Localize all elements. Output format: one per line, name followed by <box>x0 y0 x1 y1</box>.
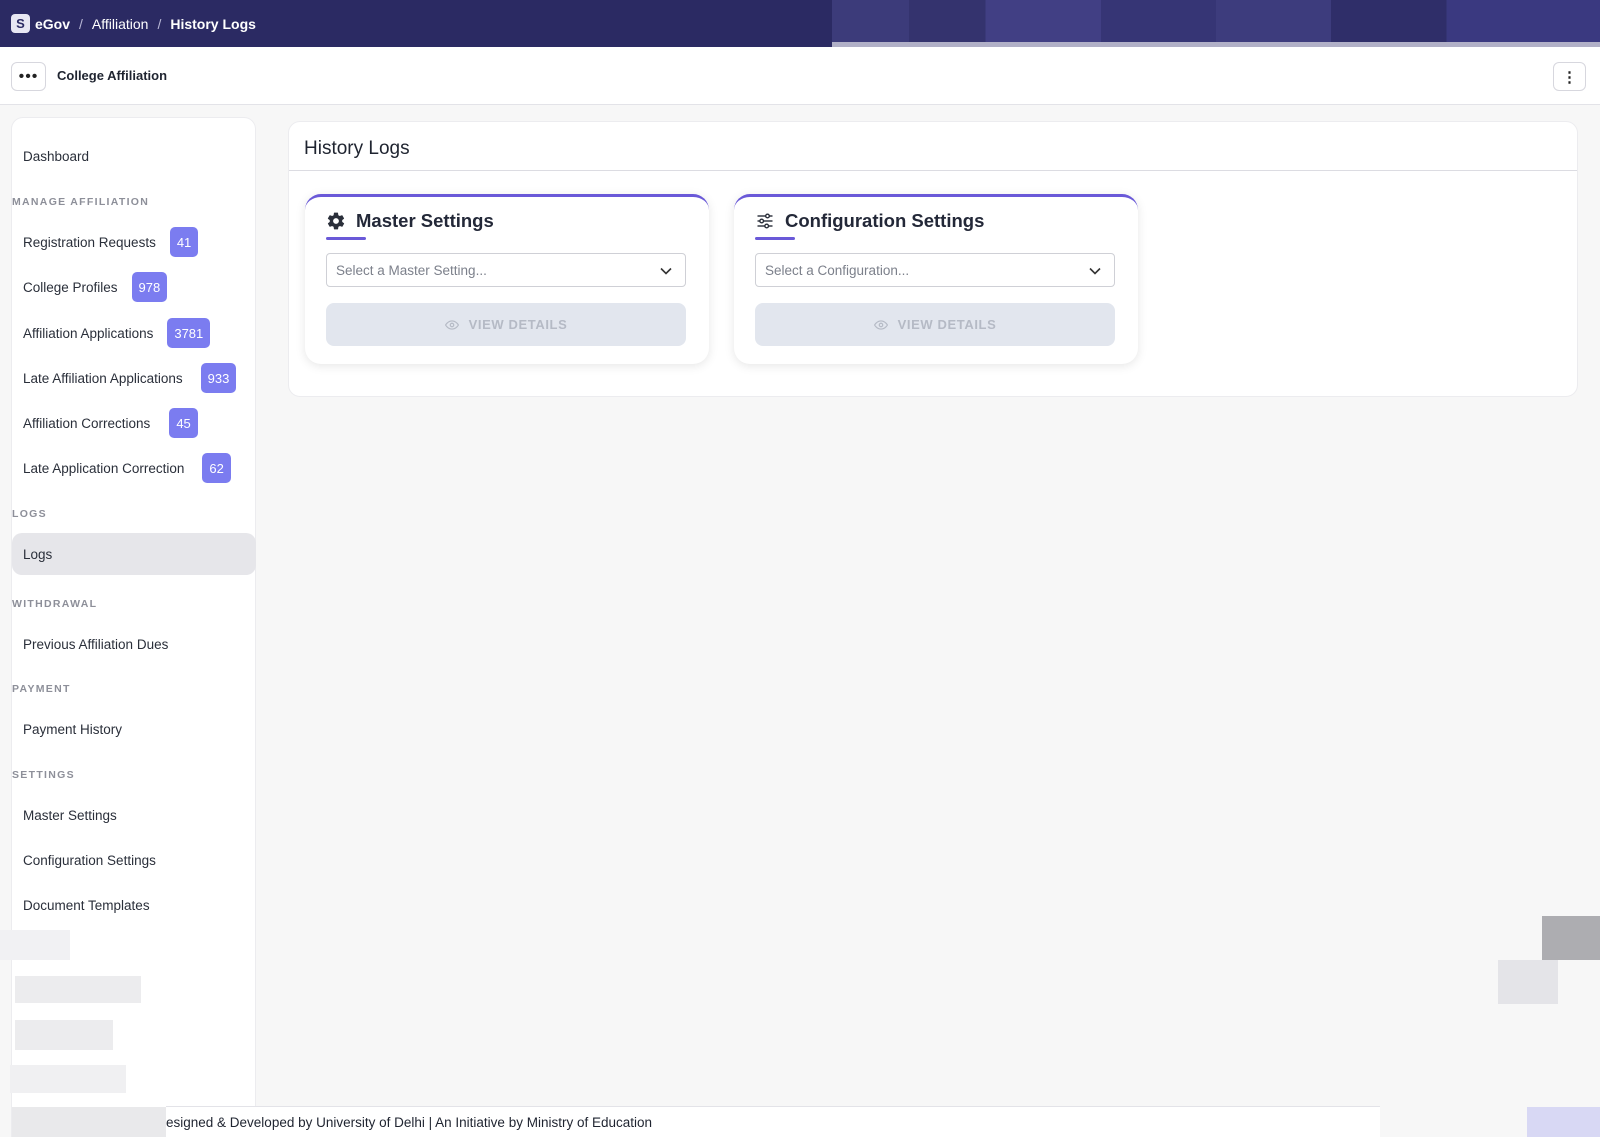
gear-icon <box>326 211 346 231</box>
divider <box>289 170 1577 171</box>
sub-header: ••• College Affiliation ⋮ <box>0 47 1600 105</box>
redacted-widget <box>1527 1107 1600 1137</box>
breadcrumb-affiliation[interactable]: Affiliation <box>92 16 149 32</box>
section-withdrawal: WITHDRAWAL <box>12 598 98 610</box>
button-label: VIEW DETAILS <box>468 317 568 332</box>
sidebar-item-label: Previous Affiliation Dues <box>23 636 169 652</box>
chevron-down-icon <box>1088 264 1102 281</box>
ellipsis-icon[interactable]: ••• <box>11 62 46 91</box>
count-badge: 978 <box>131 272 168 302</box>
brand-link[interactable]: eGov <box>35 16 70 32</box>
sidebar-item-label: Affiliation Corrections <box>23 415 151 431</box>
sidebar-item-label: Document Templates <box>23 897 150 913</box>
footer: esigned & Developed by University of Del… <box>166 1106 1380 1137</box>
section-manage-affiliation: MANAGE AFFILIATION <box>12 196 150 208</box>
count-badge: 3781 <box>167 318 211 348</box>
section-settings: SETTINGS <box>12 769 75 781</box>
card-header: Configuration Settings <box>755 210 984 232</box>
redacted-block <box>15 976 141 1003</box>
footer-text: esigned & Developed by University of Del… <box>166 1114 652 1130</box>
eye-icon <box>444 318 459 332</box>
configuration-settings-card: Configuration Settings Select a Configur… <box>734 194 1138 364</box>
count-badge: 45 <box>169 408 198 438</box>
sidebar-item-logs[interactable]: Logs <box>12 533 256 575</box>
select-placeholder: Select a Master Setting... <box>336 262 487 278</box>
title-underline <box>326 237 366 240</box>
card-header: Master Settings <box>326 210 494 232</box>
sidebar-item-label: Configuration Settings <box>23 852 156 868</box>
sliders-icon <box>755 211 775 231</box>
sidebar-item-payment-history[interactable]: Payment History <box>12 708 256 750</box>
redacted-block <box>12 1107 166 1137</box>
sidebar-item-label: Affiliation Applications <box>23 325 154 341</box>
count-badge: 41 <box>169 227 199 257</box>
page-title: History Logs <box>304 138 410 159</box>
view-details-button[interactable]: VIEW DETAILS <box>326 303 686 346</box>
sidebar-item-affiliation-corrections[interactable]: Affiliation Corrections 45 <box>12 402 256 444</box>
sidebar-item-label: Logs <box>23 546 53 562</box>
history-logs-panel: History Logs Master Settings Select a Ma… <box>288 121 1578 397</box>
sidebar-item-document-templates[interactable]: Document Templates <box>12 884 256 926</box>
redacted-block <box>0 930 70 960</box>
sidebar-item-registration-requests[interactable]: Registration Requests 41 <box>12 221 256 263</box>
sidebar-item-label: Registration Requests <box>23 234 156 250</box>
kebab-icon[interactable]: ⋮ <box>1553 62 1586 91</box>
redacted-block <box>10 1065 126 1093</box>
sidebar-item-dashboard[interactable]: Dashboard <box>12 135 256 177</box>
configuration-select[interactable]: Select a Configuration... <box>755 253 1115 287</box>
card-title: Master Settings <box>356 210 494 231</box>
redacted-user-area <box>832 0 1600 42</box>
sidebar-item-college-profiles[interactable]: College Profiles 978 <box>12 266 256 308</box>
sidebar-item-configuration-settings[interactable]: Configuration Settings <box>12 839 256 881</box>
eye-icon <box>873 318 888 332</box>
chevron-down-icon <box>659 264 673 281</box>
redacted-widget <box>1498 960 1558 1004</box>
sidebar-item-label: Late Application Correction <box>23 460 185 476</box>
sidebar-item-label: Late Affiliation Applications <box>23 370 183 386</box>
sidebar-item-previous-affiliation-dues[interactable]: Previous Affiliation Dues <box>12 623 256 665</box>
section-logs: LOGS <box>12 508 47 520</box>
sidebar-item-label: Master Settings <box>23 807 117 823</box>
view-details-button[interactable]: VIEW DETAILS <box>755 303 1115 346</box>
app-logo[interactable]: S <box>11 14 30 33</box>
title-underline <box>755 237 795 240</box>
sidebar-item-label: Payment History <box>23 721 123 737</box>
sidebar-item-late-affiliation-applications[interactable]: Late Affiliation Applications 933 <box>12 357 256 399</box>
count-badge: 933 <box>200 363 237 393</box>
button-label: VIEW DETAILS <box>897 317 997 332</box>
count-badge: 62 <box>202 453 231 483</box>
sidebar-item-label: Dashboard <box>23 148 90 164</box>
module-title: College Affiliation <box>57 68 168 83</box>
master-setting-select[interactable]: Select a Master Setting... <box>326 253 686 287</box>
master-settings-card: Master Settings Select a Master Setting.… <box>305 194 709 364</box>
redacted-widget <box>1542 916 1600 960</box>
sidebar-item-affiliation-applications[interactable]: Affiliation Applications 3781 <box>12 312 256 354</box>
breadcrumb-separator: / <box>79 15 83 32</box>
breadcrumb-current: History Logs <box>170 15 256 32</box>
card-title: Configuration Settings <box>785 210 985 231</box>
sidebar-item-master-settings[interactable]: Master Settings <box>12 794 256 836</box>
sidebar-item-label: College Profiles <box>23 279 118 295</box>
breadcrumb-separator: / <box>157 15 162 32</box>
redacted-block <box>15 1020 113 1050</box>
section-payment: PAYMENT <box>12 683 71 695</box>
select-placeholder: Select a Configuration... <box>765 262 910 278</box>
sidebar-item-late-application-correction[interactable]: Late Application Correction 62 <box>12 447 256 489</box>
